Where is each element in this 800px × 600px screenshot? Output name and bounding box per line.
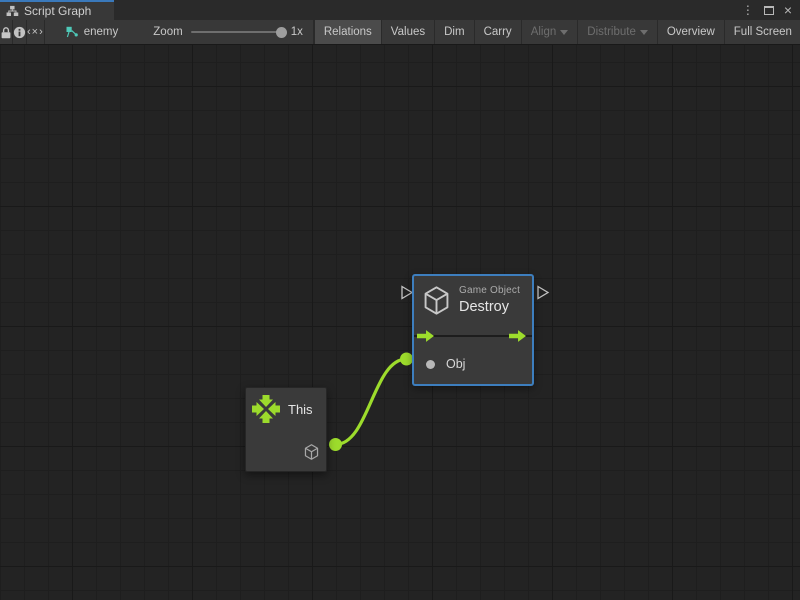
dim-button[interactable]: Dim: [434, 20, 473, 44]
zoom-slider-handle[interactable]: [276, 27, 287, 38]
relations-button[interactable]: Relations: [314, 20, 381, 44]
graph-breadcrumb[interactable]: enemy: [45, 20, 141, 44]
graph-canvas[interactable]: Game Object Destroy Obj: [0, 45, 800, 600]
connections-layer: [0, 45, 800, 600]
zoom-control: Zoom 1x: [153, 20, 314, 44]
breadcrumb-label: enemy: [84, 26, 119, 38]
window-controls: ⋮ ×: [742, 0, 800, 20]
tab-title: Script Graph: [24, 4, 91, 18]
close-icon[interactable]: ×: [784, 3, 792, 17]
zoom-label: Zoom: [153, 26, 182, 38]
node-category: Game Object: [459, 285, 520, 296]
window-tab-bar: Script Graph ⋮ ×: [0, 0, 800, 20]
obj-input-row: Obj: [414, 348, 532, 371]
node-destroy[interactable]: Game Object Destroy Obj: [413, 275, 533, 385]
carry-button[interactable]: Carry: [474, 20, 521, 44]
flow-output-triangle-icon[interactable]: [538, 287, 548, 299]
overview-button[interactable]: Overview: [657, 20, 724, 44]
destroy-node-titles: Game Object Destroy: [459, 285, 520, 315]
lock-button[interactable]: [0, 20, 13, 44]
flow-output-arrow-icon[interactable]: [509, 330, 526, 342]
chevron-down-icon: [640, 30, 648, 35]
info-button[interactable]: [13, 20, 27, 44]
connection-end-port[interactable]: [400, 353, 413, 366]
obj-port-dot[interactable]: [426, 360, 435, 369]
obj-port-label: Obj: [446, 357, 465, 371]
tab-script-graph[interactable]: Script Graph: [0, 0, 114, 20]
zoom-slider[interactable]: [191, 31, 283, 33]
script-graph-asset-icon: [65, 26, 78, 38]
game-object-cube-icon: [423, 286, 450, 315]
flow-input-arrow-icon[interactable]: [417, 330, 434, 342]
graph-hierarchy-icon: [6, 5, 19, 17]
maximize-icon[interactable]: [764, 6, 774, 15]
variables-toggle-button[interactable]: ‹×›: [27, 20, 45, 44]
node-this[interactable]: This: [245, 387, 327, 472]
zoom-value: 1x: [291, 26, 303, 38]
lock-icon: [0, 26, 12, 39]
destroy-node-header: Game Object Destroy: [414, 276, 532, 324]
flow-ports-row: [414, 324, 532, 348]
values-button[interactable]: Values: [381, 20, 434, 44]
game-object-output-cube-icon[interactable]: [304, 444, 319, 460]
this-converge-arrows-icon: [252, 395, 280, 423]
connection-wire[interactable]: [336, 359, 407, 445]
info-icon: [13, 26, 26, 39]
flow-input-triangle-icon[interactable]: [402, 287, 412, 299]
node-title: Destroy: [459, 299, 520, 315]
this-node-header: This: [246, 388, 326, 423]
toolbar-buttons: Relations Values Dim Carry Align Distrib…: [314, 20, 800, 44]
chevron-down-icon: [560, 30, 568, 35]
kebab-menu-icon[interactable]: ⋮: [742, 4, 754, 16]
node-title: This: [288, 402, 313, 417]
distribute-dropdown-button[interactable]: Distribute: [577, 20, 657, 44]
full-screen-button[interactable]: Full Screen: [724, 20, 800, 44]
graph-toolbar: ‹×› enemy Zoom 1x Relations Values Dim C…: [0, 20, 800, 45]
this-output-port[interactable]: [329, 438, 342, 451]
align-dropdown-button[interactable]: Align: [521, 20, 578, 44]
